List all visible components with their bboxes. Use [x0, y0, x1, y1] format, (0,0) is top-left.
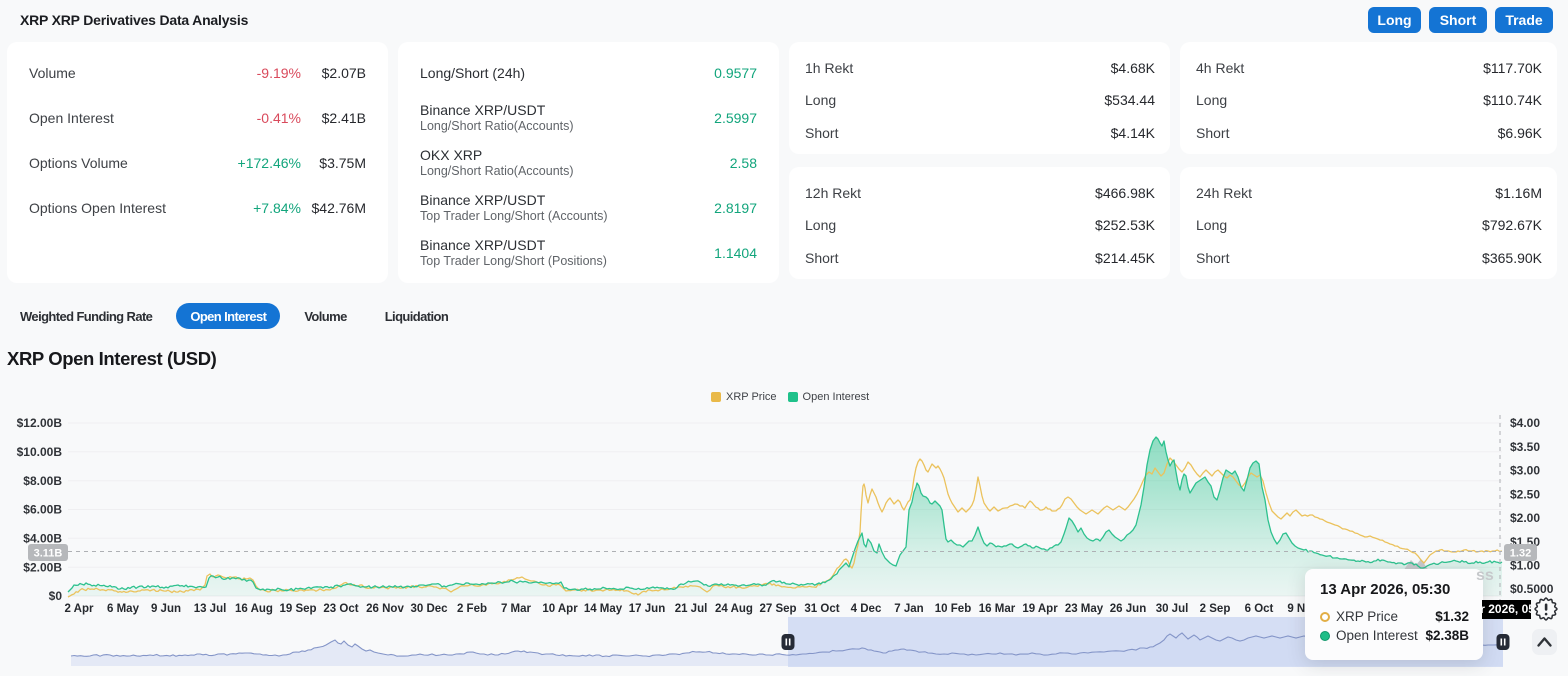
svg-text:$2.00: $2.00: [1510, 511, 1540, 525]
svg-text:9 Jun: 9 Jun: [151, 603, 181, 615]
svg-text:24 Aug: 24 Aug: [715, 603, 753, 615]
svg-text:19 Sep: 19 Sep: [279, 603, 316, 615]
svg-text:10 Apr: 10 Apr: [542, 603, 578, 615]
svg-text:26 Jun: 26 Jun: [1110, 603, 1146, 615]
svg-text:16 Mar: 16 Mar: [979, 603, 1016, 615]
svg-text:21 Jul: 21 Jul: [675, 603, 708, 615]
svg-text:30 Jul: 30 Jul: [1156, 603, 1189, 615]
svg-text:2 Sep: 2 Sep: [1200, 603, 1231, 615]
svg-text:1.32: 1.32: [1510, 548, 1531, 560]
svg-text:10 Feb: 10 Feb: [935, 603, 971, 615]
svg-text:26 Nov: 26 Nov: [366, 603, 404, 615]
svg-text:13 Jul: 13 Jul: [194, 603, 227, 615]
svg-text:$0.5000: $0.5000: [1510, 582, 1554, 596]
svg-text:31 Oct: 31 Oct: [804, 603, 839, 615]
svg-text:$10.00B: $10.00B: [17, 445, 63, 459]
svg-text:6 Oct: 6 Oct: [1245, 603, 1274, 615]
svg-text:23 May: 23 May: [1065, 603, 1104, 615]
svg-text:6 May: 6 May: [107, 603, 140, 615]
svg-text:2 Apr: 2 Apr: [65, 603, 94, 615]
svg-text:3.11B: 3.11B: [34, 548, 63, 560]
svg-text:14 May: 14 May: [584, 603, 623, 615]
svg-text:$12.00B: $12.00B: [17, 416, 63, 430]
svg-text:$2.00B: $2.00B: [23, 560, 62, 574]
svg-text:30 Dec: 30 Dec: [410, 603, 448, 615]
svg-text:7 Jan: 7 Jan: [894, 603, 923, 615]
svg-text:$3.00: $3.00: [1510, 464, 1540, 478]
svg-text:27 Sep: 27 Sep: [759, 603, 796, 615]
svg-text:2 Feb: 2 Feb: [457, 603, 487, 615]
svg-text:7 Mar: 7 Mar: [501, 603, 532, 615]
svg-text:$8.00B: $8.00B: [23, 474, 62, 488]
svg-text:$6.00B: $6.00B: [23, 503, 62, 517]
svg-text:4 Dec: 4 Dec: [851, 603, 882, 615]
svg-text:19 Apr: 19 Apr: [1022, 603, 1058, 615]
svg-text:16 Aug: 16 Aug: [235, 603, 273, 615]
svg-text:$2.50: $2.50: [1510, 487, 1540, 501]
svg-text:17 Jun: 17 Jun: [629, 603, 665, 615]
svg-text:$0: $0: [49, 589, 63, 603]
svg-text:$3.50: $3.50: [1510, 440, 1540, 454]
svg-text:23 Oct: 23 Oct: [323, 603, 358, 615]
svg-text:$4.00B: $4.00B: [23, 532, 62, 546]
svg-text:$4.00: $4.00: [1510, 416, 1540, 430]
